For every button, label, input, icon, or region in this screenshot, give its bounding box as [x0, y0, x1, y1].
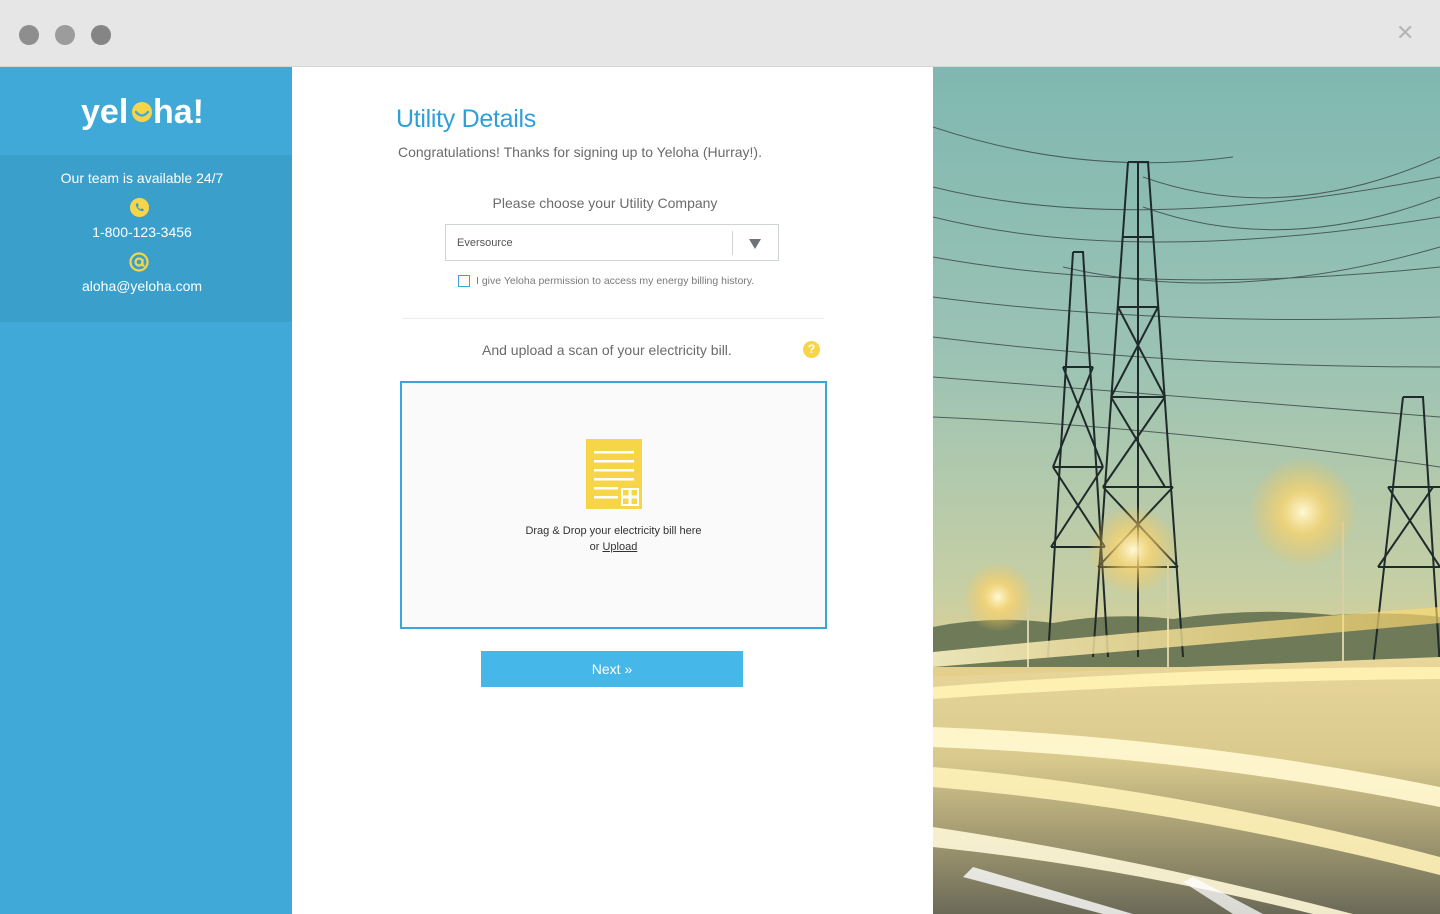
phone-number[interactable]: 1-800-123-3456 — [0, 224, 284, 240]
sidebar: yel ha! Our team is available 24/7 1-800… — [0, 67, 292, 914]
power-lines-photo — [933, 67, 1440, 914]
phone-icon — [130, 198, 149, 217]
upload-prompt: And upload a scan of your electricity bi… — [482, 342, 732, 358]
utility-label: Please choose your Utility Company — [492, 195, 718, 211]
close-icon[interactable]: ✕ — [1396, 20, 1414, 46]
permission-label[interactable]: I give Yeloha permission to access my en… — [476, 275, 754, 287]
upload-link[interactable]: Upload — [602, 541, 637, 553]
page-subtitle: Congratulations! Thanks for signing up t… — [398, 144, 762, 160]
utility-select[interactable]: Eversource — [445, 224, 779, 261]
window-maximize-dot[interactable] — [91, 25, 111, 45]
brand-logo: yel ha! — [0, 67, 292, 155]
dropzone-or: or — [589, 541, 600, 553]
next-button[interactable]: Next » — [481, 651, 743, 687]
page-title: Utility Details — [396, 105, 536, 133]
window-close-dot[interactable] — [19, 25, 39, 45]
at-icon — [129, 252, 149, 272]
contact-panel: Our team is available 24/7 1-800-123-345… — [0, 155, 292, 322]
yeloha-logo: yel ha! — [81, 93, 204, 131]
dropzone-or-line: or Upload — [402, 541, 825, 553]
availability-text: Our team is available 24/7 — [60, 170, 224, 186]
help-icon[interactable]: ? — [803, 341, 820, 358]
permission-row: I give Yeloha permission to access my en… — [458, 275, 754, 287]
window-minimize-dot[interactable] — [55, 25, 75, 45]
logo-text-left: yel — [81, 93, 128, 131]
section-divider — [402, 318, 824, 319]
chevron-down-icon[interactable] — [749, 239, 761, 249]
main-panel: Utility Details Congratulations! Thanks … — [292, 67, 933, 914]
utility-selected-value: Eversource — [457, 237, 513, 249]
document-add-icon — [586, 439, 642, 509]
logo-text-right: ha! — [153, 93, 204, 131]
hero-image — [933, 67, 1440, 914]
permission-checkbox[interactable] — [458, 275, 470, 287]
select-divider — [732, 231, 733, 255]
email-address[interactable]: aloha@yeloha.com — [0, 278, 284, 294]
bill-dropzone[interactable]: Drag & Drop your electricity bill here o… — [400, 381, 827, 629]
dropzone-text: Drag & Drop your electricity bill here — [525, 525, 702, 537]
window-titlebar: ✕ — [0, 0, 1440, 67]
